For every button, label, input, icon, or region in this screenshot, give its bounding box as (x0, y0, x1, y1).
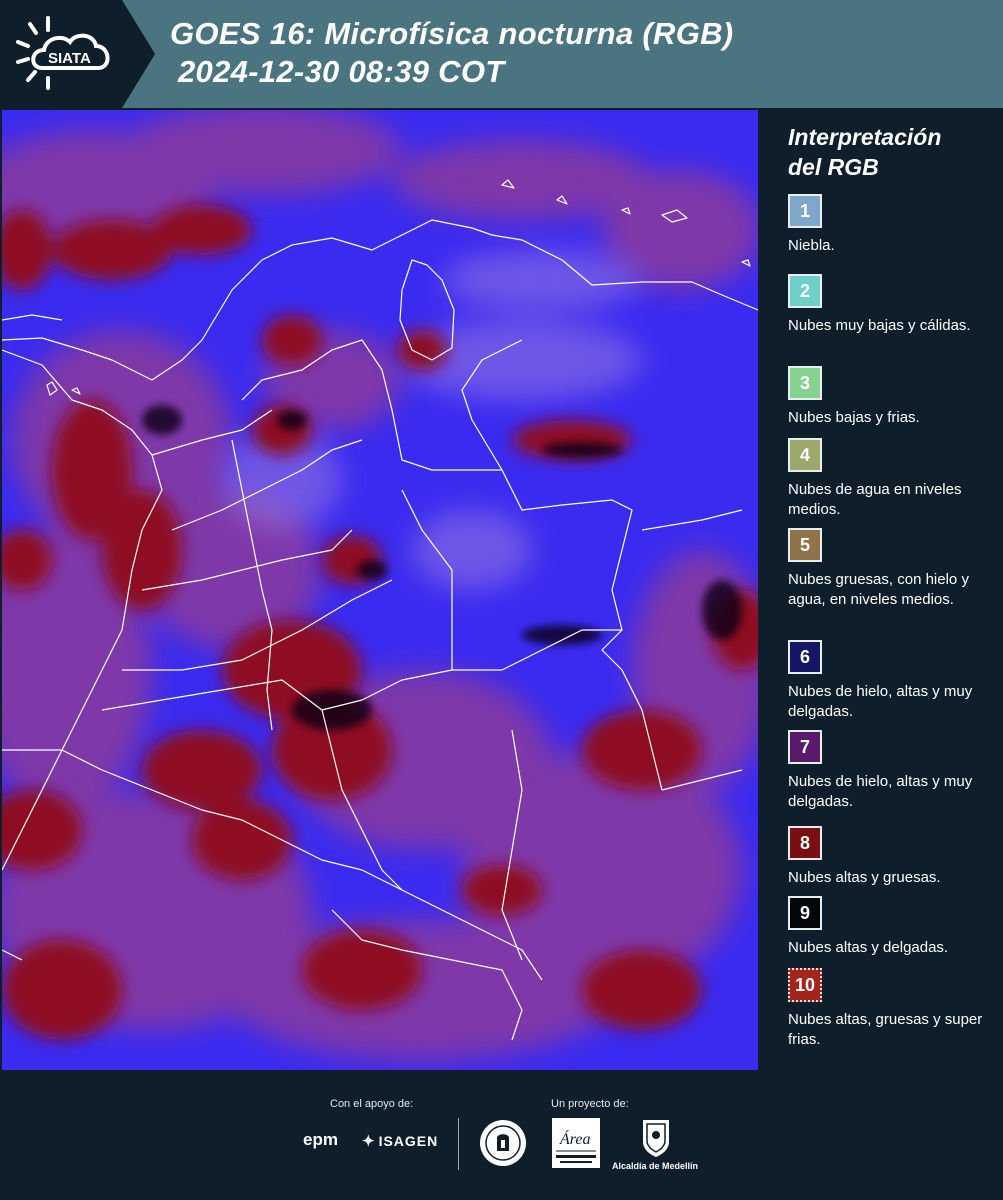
legend-item-6: 6 Nubes de hielo, altas y muy delgadas. (788, 640, 993, 722)
legend-item-7: 7 Nubes de hielo, altas y muy delgadas. (788, 730, 993, 812)
legend-description: Nubes altas y gruesas. (788, 869, 941, 886)
legend-description: Nubes bajas y frias. (788, 409, 920, 426)
legend-description: Nubes de agua en niveles medios. (788, 481, 962, 518)
project-label: Un proyecto de: (551, 1098, 629, 1110)
legend-item-10: 10 Nubes altas, gruesas y super frias. (788, 968, 993, 1050)
footer-divider (458, 1118, 459, 1170)
siata-logo: SIATA (0, 0, 155, 108)
legend-item-4: 4 Nubes de agua en niveles medios. (788, 438, 993, 520)
header-bar: SIATA GOES 16: Microfísica nocturna (RGB… (0, 0, 1003, 108)
legend-swatch: 3 (788, 366, 822, 400)
legend-swatch: 8 (788, 826, 822, 860)
legend-item-5: 5 Nubes gruesas, con hielo y agua, en ni… (788, 528, 993, 610)
legend-description: Nubes muy bajas y cálidas. (788, 317, 971, 334)
title-line-2: 2024-12-30 08:39 COT (178, 54, 505, 89)
page: SIATA GOES 16: Microfísica nocturna (RGB… (0, 0, 1003, 1200)
support-label: Con el apoyo de: (330, 1098, 414, 1110)
legend-swatch: 6 (788, 640, 822, 674)
legend-title-line-1: Interpretación (788, 124, 942, 150)
isagen-text: ISAGEN (378, 1133, 439, 1149)
legend-item-9: 9 Nubes altas y delgadas. (788, 896, 993, 958)
legend-item-2: 2 Nubes muy bajas y cálidas. (788, 274, 993, 336)
legend-description: Niebla. (788, 237, 835, 254)
legend-swatch: 9 (788, 896, 822, 930)
legend-swatch: 2 (788, 274, 822, 308)
isagen-logo: ✦ ISAGEN (362, 1132, 438, 1150)
legend-swatch: 10 (788, 968, 822, 1002)
legend-item-3: 3 Nubes bajas y frias. (788, 366, 993, 428)
legend-description: Nubes de hielo, altas y muy delgadas. (788, 773, 973, 810)
university-seal-icon (480, 1120, 526, 1166)
isagen-mark-icon: ✦ (362, 1133, 376, 1150)
legend-swatch: 5 (788, 528, 822, 562)
legend-title-line-2: del RGB (788, 154, 879, 180)
footer: Con el apoyo de: Un proyecto de: epm ✦ IS… (0, 1070, 1003, 1200)
legend-panel: Interpretación del RGB 1 Niebla. 2 Nubes… (776, 110, 998, 1070)
legend-swatch: 7 (788, 730, 822, 764)
legend-swatch: 1 (788, 194, 822, 228)
alcaldia-medellin-label: Alcaldía de Medellín (612, 1161, 699, 1171)
legend-description: Nubes gruesas, con hielo y agua, en nive… (788, 571, 969, 608)
legend-item-1: 1 Niebla. (788, 194, 993, 256)
medellin-shield-icon (643, 1120, 669, 1157)
epm-logo: epm (303, 1130, 338, 1149)
logo-text: SIATA (48, 50, 91, 67)
area-metropolitana-logo: Área (552, 1118, 600, 1168)
legend-item-8: 8 Nubes altas y gruesas. (788, 826, 993, 888)
legend-description: Nubes altas, gruesas y super frias. (788, 1011, 983, 1048)
legend-swatch: 4 (788, 438, 822, 472)
svg-text:Área: Área (559, 1129, 591, 1148)
satellite-map (2, 110, 758, 1070)
legend-description: Nubes altas y delgadas. (788, 939, 949, 956)
legend-title: Interpretación del RGB (788, 122, 941, 182)
legend-description: Nubes de hielo, altas y muy delgadas. (788, 683, 973, 720)
title-line-1: GOES 16: Microfísica nocturna (RGB) (170, 16, 734, 51)
